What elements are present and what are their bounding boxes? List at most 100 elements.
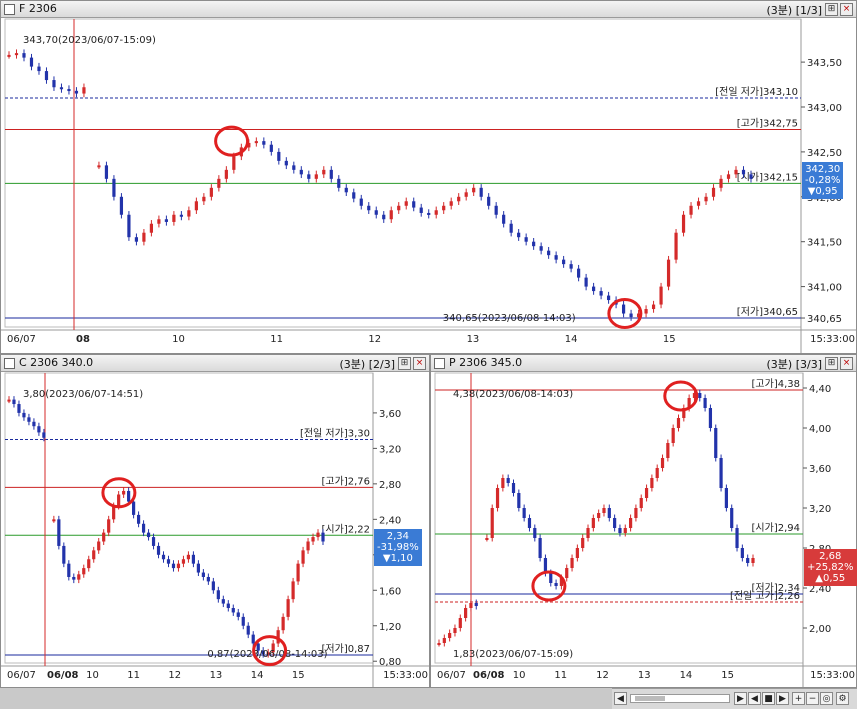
select-checkbox[interactable] [434,358,445,369]
close-icon[interactable]: × [840,3,853,16]
candle-body [82,568,86,575]
candle-body [522,508,526,518]
candle-body [224,169,228,179]
candle-body [134,237,139,242]
candle-body [644,488,649,498]
candle-body [57,519,61,546]
candle-body [181,559,186,564]
candle-body [703,398,707,408]
x-tick-label: 06/07 [7,334,36,345]
settings-icon[interactable]: ⊞ [825,3,838,16]
x-tick-label: 15 [663,334,676,345]
scroll-right-icon[interactable]: ▶ [734,692,747,705]
scroll-track[interactable] [630,694,730,703]
chart-title: C 2306 340.0 [19,356,94,369]
candle-body [487,196,491,206]
zoom-out-icon[interactable]: − [806,692,819,705]
candle-body [157,219,161,224]
select-checkbox[interactable] [4,358,15,369]
zoom-in-icon[interactable]: + [792,692,805,705]
x-tick-label: 12 [596,670,609,681]
candle-body [613,518,617,528]
plot-area [4,18,802,328]
x-tick-label: 14 [251,670,264,681]
candle-body [457,196,461,202]
y-tick-label: 341,00 [807,283,842,294]
candle-body [251,634,255,644]
candle-body [186,554,191,560]
candle-body [740,548,744,558]
candle-body [644,309,648,314]
candle-body [107,519,111,533]
close-icon[interactable]: × [413,357,426,370]
candle-body [281,616,285,631]
scroll-thumb[interactable] [635,696,665,701]
candle-body [314,174,318,179]
candle-body [67,89,71,92]
candle-body [142,232,146,242]
badge-line: ▼1,10 [382,552,413,564]
candle-body [22,53,26,58]
candle-body [618,528,622,533]
candle-body [352,192,356,199]
candlestick-chart: 2,002,402,803,203,604,004,40[고가]4,38[시가]… [431,372,856,687]
candle-body [117,494,121,507]
x-tick-label: 13 [467,334,480,345]
current-price-badge: 2,34 -31,98% ▼1,10 [374,528,422,566]
candle-body [67,563,71,577]
settings-icon[interactable]: ⊞ [825,357,838,370]
candle-body [726,174,731,179]
candle-body [464,608,468,618]
x-tick-label: 10 [86,670,99,681]
candle-body [82,87,86,94]
candle-body [639,498,643,508]
candle-body [453,628,457,633]
candle-body [472,187,476,193]
select-checkbox[interactable] [4,4,15,15]
candle-body [52,80,56,88]
candle-body [161,554,166,560]
candle-body [696,201,701,206]
close-icon[interactable]: × [840,357,853,370]
candle-body [359,198,363,206]
scroll-left-icon[interactable]: ◀ [614,692,627,705]
candle-body [565,568,569,578]
settings-icon[interactable]: ⊞ [398,357,411,370]
candle-body [704,196,708,202]
chart-title: F 2306 [19,2,57,15]
candle-body [666,443,670,458]
y-tick-label: 2,00 [809,624,831,635]
badge-line: -31,98% [377,541,419,553]
candle-body [254,141,258,144]
reference-label: [고가]4,38 [752,378,800,390]
candle-body [112,178,116,197]
forward-icon[interactable]: ▶ [776,692,789,705]
candle-body [751,558,755,563]
candle-body [284,160,288,166]
candle-body [419,207,423,213]
high-annotation: 343,70(2023/06/07-15:09) [23,35,156,46]
chart-meta: (3분) [2/3] [339,358,395,371]
badge-line: ▲0,55 [815,573,846,584]
candle-body [187,210,191,217]
settings-icon[interactable]: ⚙ [836,692,849,705]
plot-area [434,372,804,664]
candle-body [171,563,176,569]
candle-body [382,214,386,220]
put-option-chart-panel: P 2306 345.0 (3분) [3/3] ⊞ × 2,002,402,80… [430,354,857,688]
candle-body [681,214,686,233]
candle-body [221,599,225,604]
candle-body [136,514,141,524]
candle-body [533,528,537,538]
candle-body [321,532,325,542]
candle-body [511,483,516,493]
candle-body [97,541,101,551]
reference-label: [시가]2,22 [322,523,370,535]
y-tick-label: 4,00 [809,424,831,435]
play-icon[interactable]: ◀ [748,692,761,705]
zoom-fit-icon[interactable]: ◎ [820,692,833,705]
candle-body [448,633,452,638]
candle-body [104,165,109,179]
stop-icon[interactable]: ■ [762,692,775,705]
candle-body [517,232,521,238]
